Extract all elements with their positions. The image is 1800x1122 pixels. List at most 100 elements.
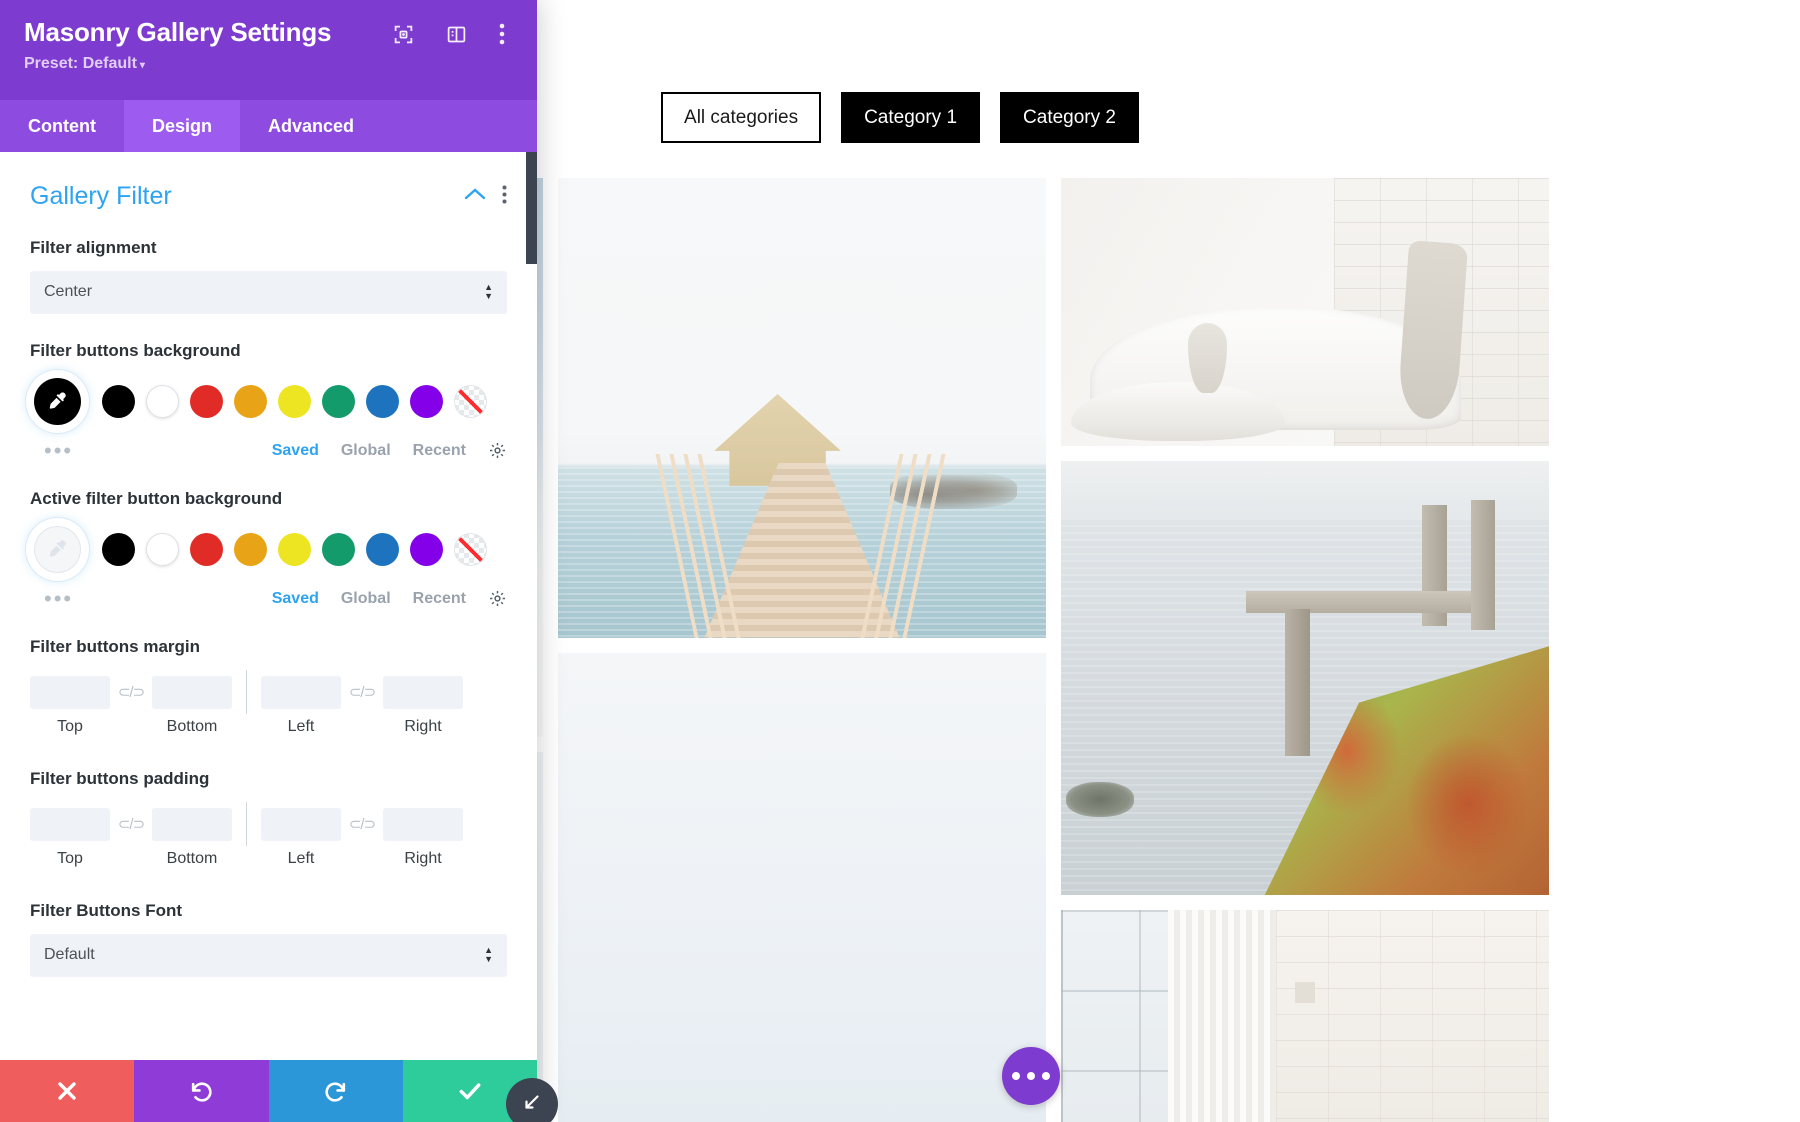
panel-header: Masonry Gallery Settings Preset: Default… (0, 0, 537, 100)
swatch-white[interactable] (146, 532, 179, 566)
panel-title: Masonry Gallery Settings (24, 17, 332, 47)
field-filter-buttons-background: Filter buttons background ••• Saved Glob… (30, 340, 507, 462)
gear-icon[interactable] (488, 441, 507, 460)
swatch-transparent[interactable] (454, 384, 487, 418)
section-header-gallery-filter[interactable]: Gallery Filter (30, 182, 507, 211)
margin-right-input[interactable] (383, 675, 463, 709)
gallery-tile[interactable] (558, 652, 1046, 1122)
select-value: Default (44, 946, 95, 964)
margin-left-input[interactable] (261, 675, 341, 709)
link-chain-icon[interactable]: ⊂/⊃ (341, 815, 383, 833)
more-colors-icon[interactable]: ••• (30, 439, 73, 462)
field-filter-buttons-padding: Filter buttons padding Top ⊂/⊃ Bottom Le… (30, 768, 507, 874)
more-options-icon[interactable] (502, 185, 507, 209)
ellipsis-icon (1027, 1072, 1035, 1080)
swatch-transparent[interactable] (454, 532, 487, 566)
palette-tab-recent[interactable]: Recent (413, 442, 466, 460)
add-module-button[interactable] (1002, 1047, 1060, 1105)
swatch-yellow[interactable] (278, 384, 311, 418)
field-filter-buttons-margin: Filter buttons margin Top ⊂/⊃ Bottom Lef… (30, 636, 507, 742)
field-label: Filter alignment (30, 238, 157, 257)
padding-left-label: Left (287, 849, 315, 867)
tab-design[interactable]: Design (123, 100, 240, 152)
panel-body: Gallery Filter Filter alignment Center ▲… (0, 152, 537, 1060)
masonry-column-3 (1061, 178, 1549, 1122)
checkmark-icon (457, 1078, 483, 1104)
eyedropper-button[interactable] (30, 521, 85, 577)
swatch-red[interactable] (190, 384, 223, 418)
field-label: Active filter button background (30, 488, 283, 508)
palette-tab-global[interactable]: Global (341, 442, 391, 460)
chevron-up-icon[interactable] (464, 187, 486, 206)
close-x-icon (55, 1079, 79, 1103)
swatch-teal[interactable] (322, 532, 355, 566)
filter-buttons-font-select[interactable]: Default ▲ ▼ (30, 933, 507, 977)
panel-footer-actions (0, 1060, 537, 1122)
palette-tab-global[interactable]: Global (341, 590, 391, 608)
palette-tab-recent[interactable]: Recent (413, 590, 466, 608)
filter-alignment-select[interactable]: Center ▲ ▼ (30, 270, 507, 314)
gallery-tile[interactable] (1061, 461, 1549, 896)
gallery-image-window-brick-wall (1061, 910, 1549, 1122)
tab-content[interactable]: Content (0, 100, 124, 152)
swatch-orange[interactable] (234, 532, 267, 566)
undo-arrow-icon (189, 1079, 214, 1104)
gallery-tile[interactable] (1061, 178, 1549, 447)
filter-button-category-2[interactable]: Category 2 (1000, 92, 1139, 143)
app-root: All categories Category 1 Category 2 Mas… (0, 0, 1800, 1122)
ellipsis-icon (1012, 1072, 1020, 1080)
gallery-image-pier-gazebo (558, 178, 1046, 638)
panel-scrollbar-track[interactable] (526, 152, 537, 1060)
margin-top-input[interactable] (30, 675, 110, 709)
panel-resize-handle[interactable] (506, 1078, 558, 1122)
panel-scroll-content: Gallery Filter Filter alignment Center ▲… (0, 152, 537, 1060)
padding-top-label: Top (57, 849, 83, 867)
swatch-purple[interactable] (410, 532, 443, 566)
preset-selector[interactable]: Preset: Default ▾ (24, 55, 513, 73)
margin-bottom-input[interactable] (152, 675, 232, 709)
layout-panel-icon[interactable] (446, 24, 467, 45)
swatch-purple[interactable] (410, 384, 443, 418)
palette-tab-saved[interactable]: Saved (272, 590, 319, 608)
field-label: Filter Buttons Font (30, 900, 183, 920)
link-chain-icon[interactable]: ⊂/⊃ (110, 683, 152, 701)
swatch-black[interactable] (102, 532, 135, 566)
padding-right-input[interactable] (383, 807, 463, 841)
cancel-button[interactable] (0, 1060, 135, 1122)
tab-advanced[interactable]: Advanced (240, 100, 382, 152)
swatch-orange[interactable] (234, 384, 267, 418)
field-label: Filter buttons background (30, 340, 241, 360)
margin-right-label: Right (404, 717, 442, 735)
swatch-white[interactable] (146, 384, 179, 418)
focus-target-icon[interactable] (393, 24, 414, 45)
filter-button-all-categories[interactable]: All categories (661, 92, 822, 143)
padding-top-input[interactable] (30, 807, 110, 841)
swatch-blue[interactable] (366, 532, 399, 566)
gallery-tile[interactable] (558, 178, 1046, 638)
redo-button[interactable] (268, 1060, 403, 1122)
panel-scrollbar-thumb[interactable] (526, 152, 537, 264)
padding-bottom-input[interactable] (152, 807, 232, 841)
swatch-red[interactable] (190, 532, 223, 566)
swatch-teal[interactable] (322, 384, 355, 418)
color-palette-meta: ••• Saved Global Recent (30, 439, 507, 462)
link-chain-icon[interactable]: ⊂/⊃ (110, 815, 152, 833)
padding-right-label: Right (404, 849, 442, 867)
more-options-icon[interactable] (499, 23, 505, 45)
field-filter-alignment: Filter alignment Center ▲ ▼ (30, 237, 507, 314)
section-title: Gallery Filter (30, 182, 172, 210)
filter-button-category-1[interactable]: Category 1 (841, 92, 981, 143)
padding-left-input[interactable] (261, 807, 341, 841)
select-stepper-icon: ▲ ▼ (484, 945, 493, 965)
swatch-black[interactable] (102, 384, 135, 418)
gear-icon[interactable] (488, 589, 507, 608)
gallery-tile[interactable] (1061, 910, 1549, 1122)
undo-button[interactable] (134, 1060, 269, 1122)
swatch-blue[interactable] (366, 384, 399, 418)
more-colors-icon[interactable]: ••• (30, 587, 73, 610)
palette-tab-saved[interactable]: Saved (272, 442, 319, 460)
eyedropper-button[interactable] (30, 373, 85, 429)
gallery-image-pale-fog-sea (558, 652, 1046, 1122)
swatch-yellow[interactable] (278, 532, 311, 566)
link-chain-icon[interactable]: ⊂/⊃ (341, 683, 383, 701)
